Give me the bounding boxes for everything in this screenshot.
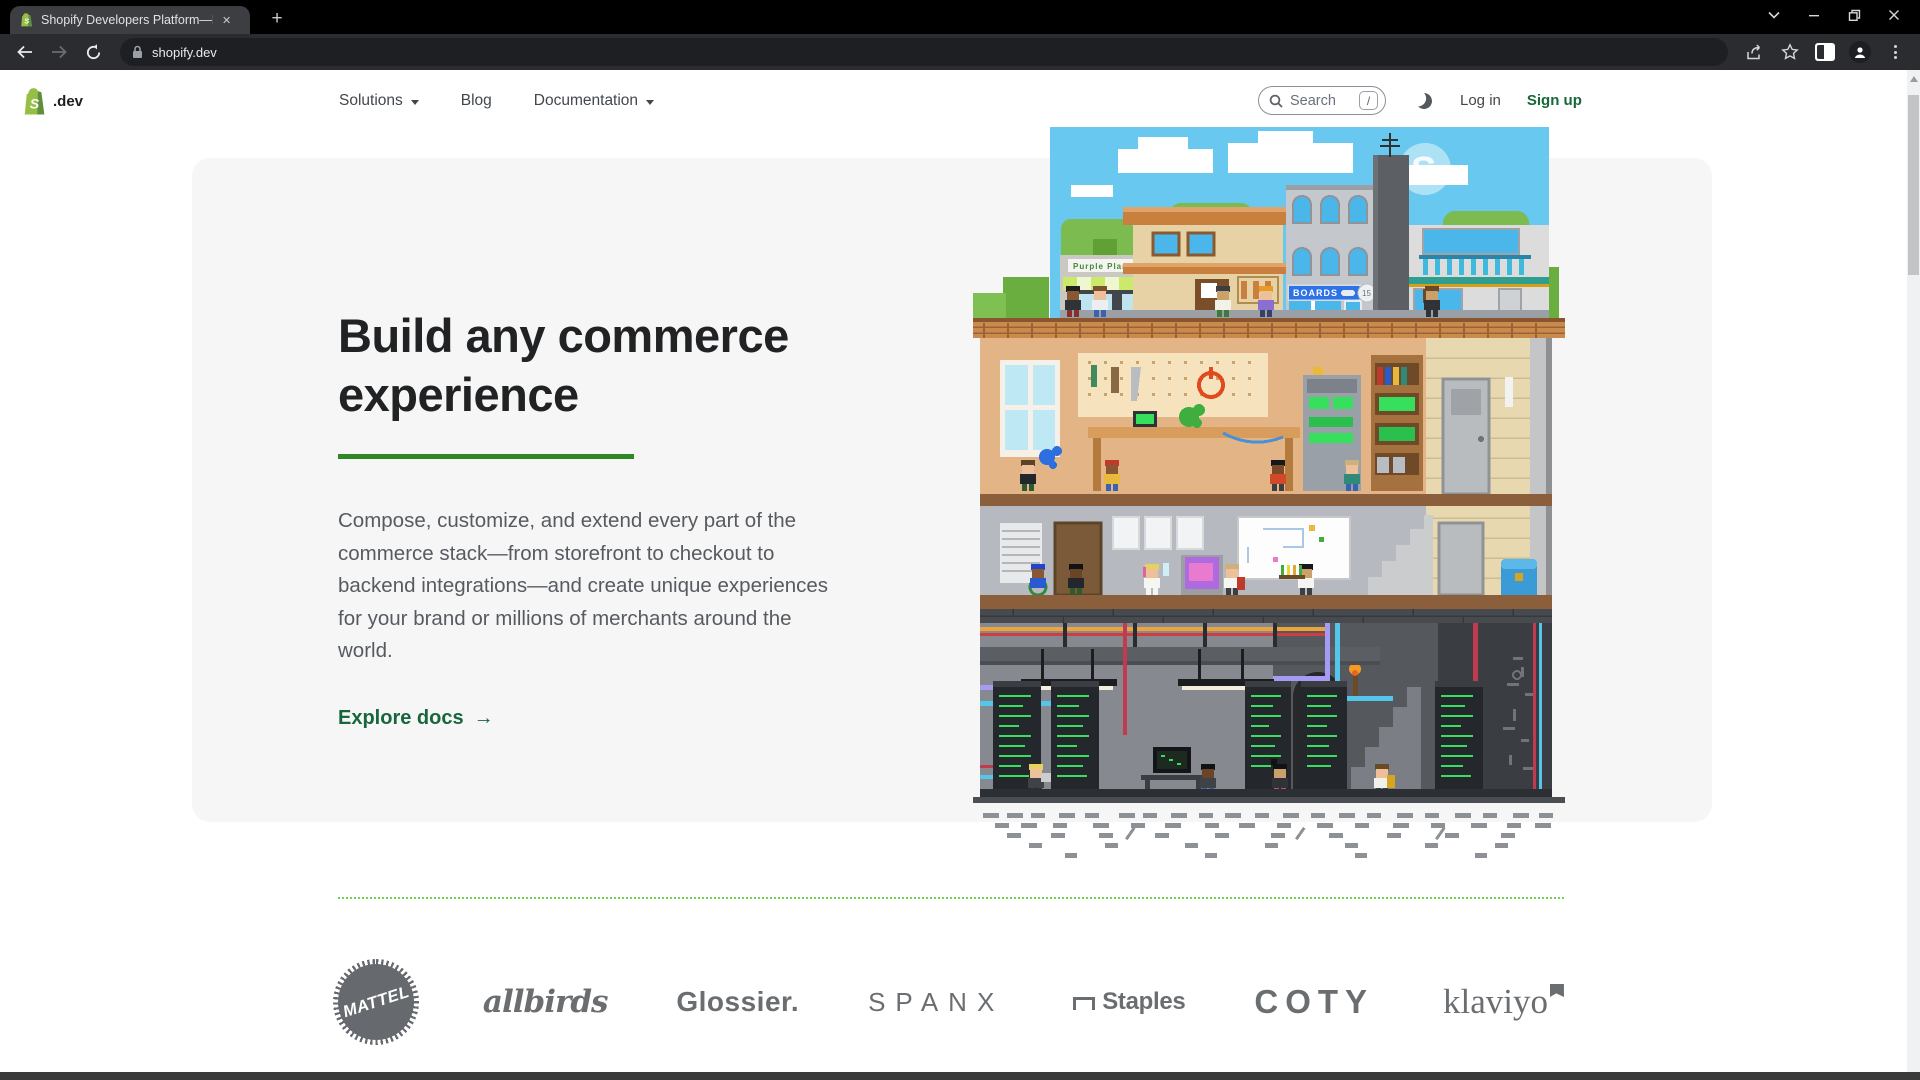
number-badge: 15: [1362, 289, 1371, 298]
profile-avatar[interactable]: [1845, 37, 1875, 67]
search-placeholder: Search: [1290, 93, 1352, 109]
bottom-strip: [0, 1072, 1920, 1080]
screen: S Shopify Developers Platform—B ✕ +: [0, 0, 1920, 1080]
main-nav: Solutions Blog Documentation: [339, 92, 654, 110]
webpage: S .dev Solutions Blog Documentation: [0, 70, 1920, 1080]
browser-menu-icon[interactable]: [1880, 37, 1910, 67]
logo-dev-text: .dev: [53, 93, 83, 110]
pixel-art-illustration: S Purple Plants: [973, 127, 1565, 869]
new-tab-button[interactable]: +: [264, 6, 290, 32]
toolbar-right-icons: [1740, 37, 1910, 67]
lock-icon: [132, 45, 143, 59]
slash-shortcut-key: /: [1359, 91, 1378, 110]
rubble-bricks: [983, 813, 1553, 858]
chevron-down-icon: [411, 100, 419, 105]
header-right: Search / Log in Sign up: [1258, 86, 1582, 115]
brand-logo-klaviyo: klaviyo: [1443, 982, 1564, 1022]
hero-description: Compose, customize, and extend every par…: [338, 505, 843, 667]
staple-icon: [1073, 997, 1095, 1010]
url-text: shopify.dev: [152, 45, 217, 60]
brand-logos-row: MATTEL allbirds Glossier. SPANX Staples …: [338, 962, 1564, 1042]
shopify-bag-icon: S: [20, 86, 47, 116]
boards-sign: BOARDS: [1293, 288, 1338, 298]
browser-tab-strip: S Shopify Developers Platform—B ✕ +: [0, 0, 1920, 34]
klaviyo-flag-icon: [1550, 984, 1564, 997]
dotted-divider: [338, 897, 1564, 899]
nav-solutions[interactable]: Solutions: [339, 92, 419, 110]
brand-logo-staples: Staples: [1073, 988, 1185, 1016]
signup-link[interactable]: Sign up: [1527, 92, 1582, 109]
back-icon[interactable]: [10, 37, 40, 67]
browser-tab[interactable]: S Shopify Developers Platform—B ✕: [10, 6, 250, 34]
site-header: S .dev Solutions Blog Documentation: [0, 70, 1920, 145]
shopify-ghost-watermark: S: [1411, 150, 1436, 192]
brand-logo-glossier: Glossier.: [676, 986, 799, 1018]
brand-logo-mattel: MATTEL: [338, 964, 414, 1040]
shopify-favicon: S: [18, 12, 34, 28]
scrollbar-up-arrow[interactable]: [1910, 76, 1918, 82]
reload-icon[interactable]: [78, 37, 108, 67]
close-window-icon[interactable]: [1874, 1, 1914, 29]
share-icon[interactable]: [1740, 37, 1770, 67]
brand-logo-spanx: SPANX: [868, 987, 1004, 1018]
bookmark-star-icon[interactable]: [1775, 37, 1805, 67]
login-link[interactable]: Log in: [1460, 92, 1501, 109]
arrow-right-icon: →: [474, 707, 494, 730]
browser-toolbar: shopify.dev: [0, 34, 1920, 70]
search-icon: [1269, 94, 1283, 108]
brand-logo-coty: COTY: [1254, 983, 1374, 1021]
address-bar[interactable]: shopify.dev: [120, 38, 1728, 66]
scrollbar[interactable]: [1907, 70, 1920, 1080]
side-panel-icon[interactable]: [1810, 37, 1840, 67]
tab-close-icon[interactable]: ✕: [220, 12, 233, 29]
hero-title: Build any commerce experience: [338, 306, 918, 424]
scrollbar-thumb[interactable]: [1908, 95, 1919, 275]
nav-blog[interactable]: Blog: [461, 92, 492, 110]
forward-icon[interactable]: [44, 37, 74, 67]
svg-text:S: S: [30, 96, 40, 112]
svg-text:S: S: [24, 17, 29, 26]
restore-icon[interactable]: [1834, 1, 1874, 29]
chevron-down-icon: [646, 100, 654, 105]
tab-title: Shopify Developers Platform—B: [41, 13, 213, 27]
brand-logo-allbirds: allbirds: [483, 984, 608, 1020]
hero-text-column: Build any commerce experience Compose, c…: [338, 306, 918, 730]
tab-search-chevron-icon[interactable]: [1754, 1, 1794, 29]
green-accent-bar: [338, 454, 634, 459]
minimize-icon[interactable]: [1794, 1, 1834, 29]
explore-docs-link[interactable]: Explore docs →: [338, 707, 918, 730]
search-input[interactable]: Search /: [1258, 86, 1386, 115]
site-logo[interactable]: S .dev: [20, 86, 83, 116]
window-controls: [1754, 0, 1914, 30]
dark-mode-moon-icon[interactable]: [1414, 91, 1434, 111]
mattel-seal-icon: MATTEL: [338, 964, 414, 1040]
nav-documentation[interactable]: Documentation: [534, 92, 654, 110]
